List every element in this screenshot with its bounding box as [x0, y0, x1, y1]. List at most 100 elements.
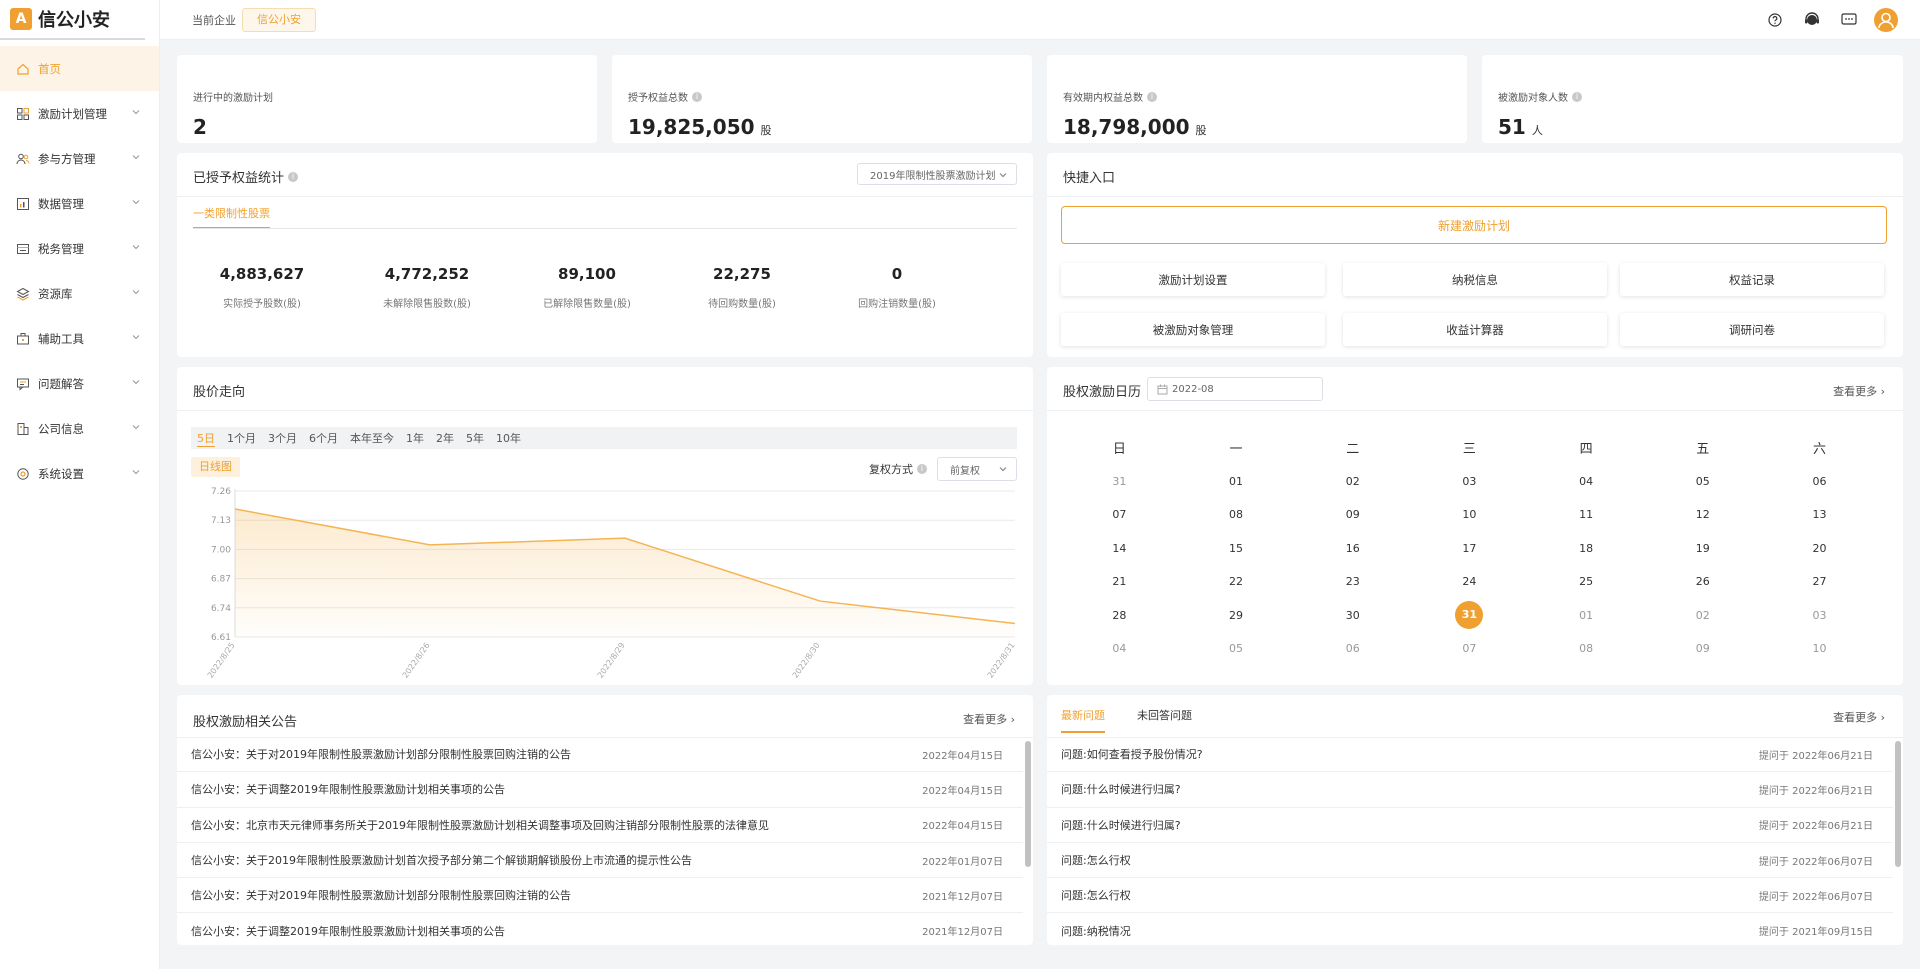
list-item[interactable]: 问题:怎么行权 提问于 2022年06月07日: [1047, 843, 1893, 879]
user-avatar[interactable]: [1872, 6, 1900, 34]
calendar-day[interactable]: 09: [1294, 508, 1411, 521]
calendar-day[interactable]: 18: [1528, 542, 1645, 555]
calendar-day[interactable]: 09: [1644, 642, 1761, 655]
calendar-day[interactable]: 15: [1178, 542, 1295, 555]
stat-label: 被激励对象人数: [1498, 93, 1568, 104]
sidebar-item[interactable]: 税务管理: [0, 226, 159, 271]
calendar-day[interactable]: 17: [1411, 542, 1528, 555]
calendar-day[interactable]: 29: [1178, 609, 1295, 622]
tab-restricted-stock[interactable]: 一类限制性股票: [193, 205, 270, 229]
tab-latest-questions[interactable]: 最新问题: [1061, 707, 1105, 733]
chevron-down-icon: [132, 200, 140, 205]
calendar-day[interactable]: 06: [1761, 475, 1878, 488]
calendar-day[interactable]: 04: [1528, 475, 1645, 488]
sidebar-item[interactable]: 激励计划管理: [0, 91, 159, 136]
list-item[interactable]: 问题:什么时候进行归属? 提问于 2022年06月21日: [1047, 808, 1893, 843]
sidebar-item[interactable]: 辅助工具: [0, 316, 159, 361]
month-picker[interactable]: 2022-08: [1147, 377, 1323, 401]
calendar-day[interactable]: 13: [1761, 508, 1878, 521]
calendar-day[interactable]: 25: [1528, 575, 1645, 588]
list-item[interactable]: 信公小安：关于调整2019年限制性股票激励计划相关事项的公告 2022年04月15…: [177, 772, 1023, 808]
quick-button[interactable]: 被激励对象管理: [1061, 313, 1325, 346]
calendar-day[interactable]: 06: [1294, 642, 1411, 655]
quick-button[interactable]: 调研问卷: [1620, 313, 1884, 346]
metric-value: 89,100: [558, 265, 616, 283]
tab-unanswered-questions[interactable]: 未回答问题: [1137, 707, 1192, 733]
sidebar-item[interactable]: 数据管理: [0, 181, 159, 226]
calendar-day[interactable]: 27: [1761, 575, 1878, 588]
new-plan-button[interactable]: 新建激励计划: [1061, 206, 1887, 244]
list-item[interactable]: 信公小安：北京市天元律师事务所关于2019年限制性股票激励计划相关调整事项及回购…: [177, 808, 1023, 843]
sidebar-item[interactable]: 首页: [0, 46, 159, 91]
calendar-day[interactable]: 10: [1411, 508, 1528, 521]
calendar-day[interactable]: 19: [1644, 542, 1761, 555]
calendar-day[interactable]: 24: [1411, 575, 1528, 588]
y-tick-label: 7.26: [211, 487, 231, 497]
quick-button[interactable]: 激励计划设置: [1061, 263, 1325, 296]
quick-button[interactable]: 纳税信息: [1343, 263, 1607, 296]
list-item[interactable]: 问题:什么时候进行归属? 提问于 2022年06月21日: [1047, 772, 1893, 808]
calendar-day[interactable]: 02: [1644, 609, 1761, 622]
quick-button[interactable]: 权益记录: [1620, 263, 1884, 296]
calendar-day[interactable]: 07: [1061, 508, 1178, 521]
scrollbar[interactable]: [1895, 741, 1901, 867]
calendar-day[interactable]: 31: [1061, 475, 1178, 488]
calendar-day[interactable]: 30: [1294, 609, 1411, 622]
calendar-day[interactable]: 14: [1061, 542, 1178, 555]
calendar-day[interactable]: 08: [1528, 642, 1645, 655]
calendar-day[interactable]: 03: [1761, 609, 1878, 622]
sidebar-item[interactable]: 资源库: [0, 271, 159, 316]
calendar-day[interactable]: 23: [1294, 575, 1411, 588]
sidebar-item[interactable]: 参与方管理: [0, 136, 159, 181]
metric-label: 待回购数量(股): [708, 299, 776, 310]
calendar-more-link[interactable]: 查看更多 ›: [1833, 383, 1885, 399]
announcements-more-link[interactable]: 查看更多 ›: [963, 711, 1015, 727]
info-icon[interactable]: i: [288, 171, 299, 182]
calendar-day[interactable]: 22: [1178, 575, 1295, 588]
calendar-day[interactable]: 10: [1761, 642, 1878, 655]
calendar-day[interactable]: 04: [1061, 642, 1178, 655]
logo[interactable]: A 信公小安: [0, 0, 145, 40]
customer-service-icon[interactable]: [1798, 6, 1826, 34]
calendar-day[interactable]: 01: [1528, 609, 1645, 622]
list-item[interactable]: 问题:如何查看授予股份情况? 提问于 2022年06月21日: [1047, 737, 1893, 773]
help-icon[interactable]: [1761, 6, 1789, 34]
questions-more-link[interactable]: 查看更多 ›: [1833, 709, 1885, 725]
plan-select[interactable]: 2019年限制性股票激励计划: [857, 163, 1017, 185]
sidebar-item[interactable]: 问题解答: [0, 361, 159, 406]
calendar-day[interactable]: 28: [1061, 609, 1178, 622]
calendar-day[interactable]: 07: [1411, 642, 1528, 655]
calendar-day[interactable]: 26: [1644, 575, 1761, 588]
list-item[interactable]: 问题:怎么行权 提问于 2022年06月07日: [1047, 878, 1893, 914]
calendar-day[interactable]: 01: [1178, 475, 1295, 488]
sidebar-item[interactable]: 系统设置: [0, 451, 159, 496]
company-selector[interactable]: 信公小安: [242, 7, 316, 32]
list-item[interactable]: 信公小安：关于对2019年限制性股票激励计划部分限制性股票回购注销的公告 2021…: [177, 878, 1023, 914]
calendar-day[interactable]: 11: [1528, 508, 1645, 521]
quick-button[interactable]: 收益计算器: [1343, 313, 1607, 346]
sidebar-item[interactable]: 公司信息: [0, 406, 159, 451]
list-item[interactable]: 信公小安：关于2019年限制性股票激励计划首次授予部分第二个解锁期解锁股份上市流…: [177, 843, 1023, 879]
list-item[interactable]: 信公小安：关于调整2019年限制性股票激励计划相关事项的公告 2021年12月07…: [177, 913, 1023, 949]
calendar-day[interactable]: 08: [1178, 508, 1295, 521]
scrollbar[interactable]: [1025, 741, 1031, 867]
questions-card: 最新问题 未回答问题 查看更多 › 问题:如何查看授予股份情况? 提问于 2022…: [1047, 695, 1903, 949]
calendar-day[interactable]: 03: [1411, 475, 1528, 488]
more-text: 查看更多: [1833, 385, 1878, 398]
calendar-day[interactable]: 05: [1644, 475, 1761, 488]
calendar-day[interactable]: 05: [1178, 642, 1295, 655]
calendar-day-today[interactable]: 31: [1411, 601, 1528, 630]
calendar-day[interactable]: 02: [1294, 475, 1411, 488]
list-item[interactable]: 问题:纳税情况 提问于 2021年09月15日: [1047, 913, 1893, 949]
y-tick-label: 7.13: [211, 516, 231, 526]
calendar-day[interactable]: 16: [1294, 542, 1411, 555]
stat-value: 18,798,000: [1063, 115, 1190, 139]
calendar-day[interactable]: 20: [1761, 542, 1878, 555]
calendar-day[interactable]: 21: [1061, 575, 1178, 588]
calendar-day[interactable]: 12: [1644, 508, 1761, 521]
info-icon[interactable]: i: [1147, 91, 1157, 102]
info-icon[interactable]: i: [692, 91, 702, 102]
info-icon[interactable]: i: [1572, 91, 1582, 102]
message-icon[interactable]: [1835, 6, 1863, 34]
list-item[interactable]: 信公小安：关于对2019年限制性股票激励计划部分限制性股票回购注销的公告 2022…: [177, 737, 1023, 773]
